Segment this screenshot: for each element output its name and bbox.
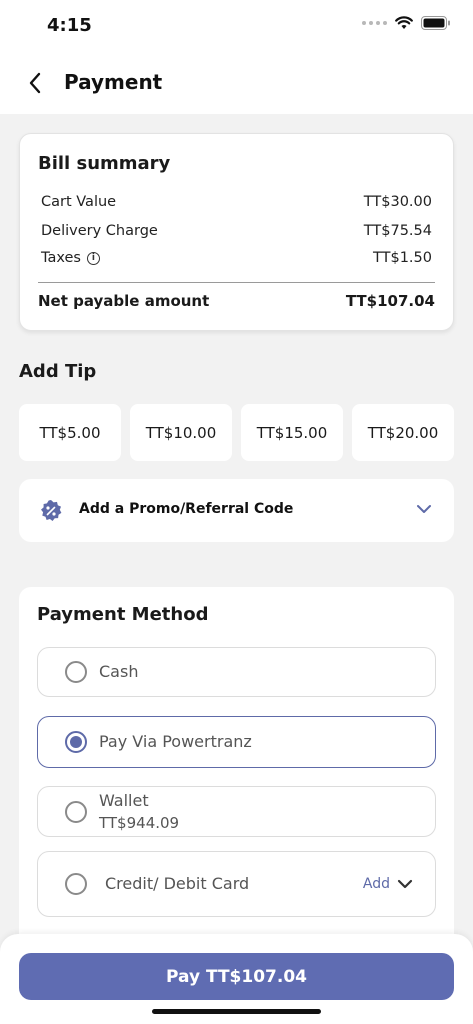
bill-row-cart-value: Cart Value TT$30.00	[41, 194, 432, 210]
pay-button[interactable]: Pay TT$107.04	[19, 953, 454, 1000]
add-card-link[interactable]: Add	[363, 876, 390, 892]
status-bar: 4:15	[0, 0, 473, 54]
wifi-icon	[395, 16, 413, 29]
discount-badge-icon	[41, 500, 62, 521]
chevron-down-icon[interactable]	[397, 878, 413, 890]
signal-icon	[362, 21, 387, 25]
bill-divider	[38, 282, 435, 283]
tip-option-15[interactable]: TT$15.00	[241, 404, 343, 461]
promo-code-row[interactable]: Add a Promo/Referral Code	[19, 479, 454, 542]
promo-code-label: Add a Promo/Referral Code	[79, 501, 294, 517]
bill-summary-title: Bill summary	[38, 153, 171, 174]
radio-button[interactable]	[65, 661, 87, 683]
info-icon[interactable]: i	[86, 251, 100, 265]
page-title: Payment	[64, 70, 163, 94]
payment-option-label: Pay Via Powertranz	[99, 732, 252, 751]
radio-button-selected[interactable]	[65, 731, 87, 753]
payment-option-cash[interactable]: Cash	[37, 647, 436, 697]
payment-option-label: Wallet	[99, 791, 149, 810]
bottom-action-bar: Pay TT$107.04	[0, 934, 473, 1024]
header: Payment	[0, 54, 473, 114]
status-time: 4:15	[47, 15, 92, 36]
payment-option-card[interactable]: Credit/ Debit Card Add	[37, 851, 436, 917]
payment-option-wallet[interactable]: Wallet TT$944.09	[37, 786, 436, 837]
taxes-label-group: Taxes i	[41, 250, 100, 266]
payment-method-title: Payment Method	[37, 604, 209, 625]
bill-summary-card: Bill summary Cart Value TT$30.00 Deliver…	[19, 133, 454, 331]
tip-option-5[interactable]: TT$5.00	[19, 404, 121, 461]
status-icons	[362, 16, 451, 30]
add-tip-title: Add Tip	[19, 361, 97, 382]
payment-method-card: Payment Method Cash Pay Via Powertranz W…	[19, 587, 454, 947]
bill-row-amount: TT$1.50	[373, 250, 432, 266]
chevron-down-icon	[417, 505, 431, 513]
back-arrow-icon[interactable]	[20, 68, 50, 98]
bill-row-label: Taxes	[41, 250, 81, 266]
net-payable-row: Net payable amount TT$107.04	[38, 292, 435, 310]
battery-icon	[421, 16, 450, 30]
payment-option-powertranz[interactable]: Pay Via Powertranz	[37, 716, 436, 768]
bill-row-label: Cart Value	[41, 194, 117, 210]
wallet-balance: TT$944.09	[99, 814, 180, 832]
bill-row-delivery-charge: Delivery Charge TT$75.54	[41, 223, 432, 239]
bill-row-label: Delivery Charge	[41, 223, 158, 239]
bill-row-amount: TT$30.00	[363, 194, 432, 210]
radio-button[interactable]	[65, 801, 87, 823]
payment-option-label: Cash	[99, 662, 139, 681]
home-indicator	[152, 1009, 321, 1014]
tip-option-10[interactable]: TT$10.00	[130, 404, 232, 461]
tip-option-20[interactable]: TT$20.00	[352, 404, 454, 461]
net-payable-label: Net payable amount	[38, 292, 210, 310]
payment-option-label: Credit/ Debit Card	[105, 874, 250, 893]
net-payable-amount: TT$107.04	[345, 292, 435, 310]
radio-button[interactable]	[65, 873, 87, 895]
bill-row-taxes: Taxes i TT$1.50	[41, 250, 432, 266]
bill-row-amount: TT$75.54	[363, 223, 432, 239]
